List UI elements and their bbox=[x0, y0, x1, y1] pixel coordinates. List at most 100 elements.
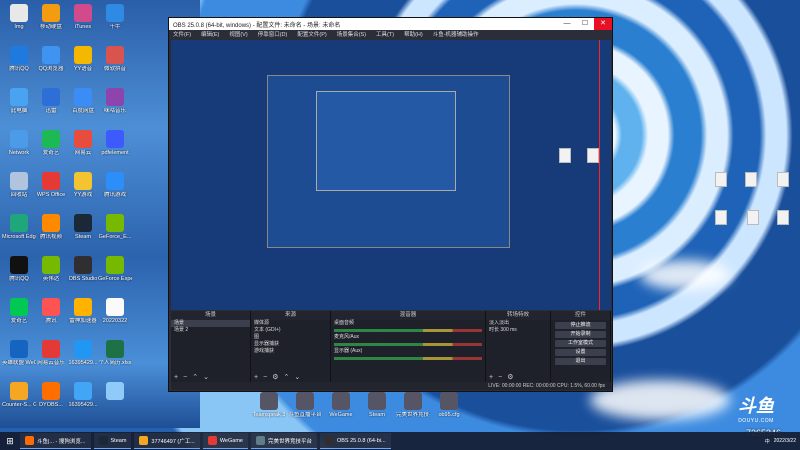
menu-help[interactable]: 帮助(H) bbox=[404, 30, 423, 40]
desktop-icon[interactable]: 微软拼音 bbox=[98, 46, 132, 72]
file-icon[interactable] bbox=[770, 172, 796, 189]
menu-tools[interactable]: 工具(T) bbox=[376, 30, 394, 40]
desktop-icon[interactable]: 完美世界竞技平台 bbox=[396, 392, 430, 418]
file-icon[interactable] bbox=[708, 210, 734, 227]
desktop-icon[interactable]: 网易云 bbox=[66, 130, 100, 156]
desktop-icon[interactable]: 斗鱼直播平台 bbox=[288, 392, 322, 418]
desktop-icon[interactable]: 16395429... bbox=[66, 340, 100, 366]
desktop-icon[interactable]: GeForce_E... bbox=[98, 214, 132, 240]
gear-icon[interactable]: ⚙ bbox=[507, 374, 513, 382]
desktop-icon[interactable]: 移动硬盘 bbox=[34, 4, 68, 30]
desktop-icon[interactable]: 腾讯QQ bbox=[2, 256, 36, 282]
taskbar-app-button[interactable]: 37746497 (广工... bbox=[134, 433, 200, 449]
desktop-icon[interactable]: 迅雷 bbox=[34, 88, 68, 114]
desktop-icon[interactable]: 腾讯QQ bbox=[2, 46, 36, 72]
desktop-icon[interactable]: 咪咕音乐 bbox=[98, 88, 132, 114]
ime-indicator[interactable]: 中 bbox=[765, 438, 770, 445]
desktop-icon[interactable]: 回收站 bbox=[2, 172, 36, 198]
file-icon[interactable] bbox=[708, 172, 734, 189]
obs-title-bar[interactable]: OBS 25.0.8 (64-bit, windows) - 配置文件: 未命名… bbox=[169, 18, 612, 30]
source-item[interactable]: 图 bbox=[251, 334, 330, 341]
desktop-icon[interactable]: 个人简历.xlsx bbox=[98, 340, 132, 366]
menu-file[interactable]: 文件(F) bbox=[173, 30, 191, 40]
menu-dock[interactable]: 停靠窗口(D) bbox=[258, 30, 288, 40]
transition-select[interactable]: 淡入淡出 bbox=[486, 320, 550, 327]
source-item[interactable]: 游戏捕获 bbox=[251, 348, 330, 355]
desktop-icon[interactable]: Img bbox=[2, 4, 36, 30]
desktop-icon[interactable]: DYOBS... bbox=[34, 382, 68, 408]
taskbar-app-button[interactable]: OBS 25.0.8 (64-bi... bbox=[319, 433, 391, 449]
add-icon[interactable]: + bbox=[174, 374, 178, 382]
remove-icon[interactable]: − bbox=[183, 374, 187, 382]
taskbar-app-button[interactable]: 斗鱼|... - 搜狗浏览... bbox=[20, 433, 91, 449]
up-icon[interactable]: ⌃ bbox=[283, 374, 289, 382]
settings-button[interactable]: 设置 bbox=[555, 349, 606, 356]
add-icon[interactable]: + bbox=[489, 374, 493, 382]
clock[interactable]: 2022/3/22 bbox=[774, 438, 796, 444]
menu-view[interactable]: 视图(V) bbox=[229, 30, 247, 40]
desktop-icon[interactable]: QQ浏览器 bbox=[34, 46, 68, 72]
add-icon[interactable]: + bbox=[254, 374, 258, 382]
up-icon[interactable]: ⌃ bbox=[192, 374, 198, 382]
desktop-icon[interactable]: 20220322 bbox=[98, 298, 132, 324]
desktop-icon[interactable]: 英伟达 bbox=[34, 256, 68, 282]
file-icon[interactable] bbox=[738, 172, 764, 189]
obs-window[interactable]: OBS 25.0.8 (64-bit, windows) - 配置文件: 未命名… bbox=[168, 17, 613, 392]
taskbar-app-button[interactable]: Steam bbox=[93, 433, 132, 449]
desktop-icon[interactable]: Steam bbox=[66, 214, 100, 240]
desktop-icon[interactable]: WeGame bbox=[324, 392, 358, 418]
desktop-icon[interactable]: 爱奇艺 bbox=[34, 130, 68, 156]
desktop-icon[interactable]: 腾讯视频 bbox=[34, 214, 68, 240]
gear-icon[interactable]: ⚙ bbox=[272, 374, 278, 382]
desktop-icon[interactable]: iTunes bbox=[66, 4, 100, 30]
down-icon[interactable]: ⌄ bbox=[294, 374, 300, 382]
desktop-icon[interactable]: ob95.cfg bbox=[432, 392, 466, 418]
desktop-icon[interactable]: GeForce Experience bbox=[98, 256, 132, 282]
minimize-button[interactable]: — bbox=[558, 18, 576, 30]
desktop-icon[interactable]: 千牛 bbox=[98, 4, 132, 30]
windows-icon[interactable]: ⊞ bbox=[0, 432, 20, 450]
desktop-icon[interactable]: 爱奇艺 bbox=[2, 298, 36, 324]
desktop-icon[interactable]: 英雄联盟 WeGame bbox=[2, 340, 36, 366]
desktop-icon[interactable]: 腾讯游戏 bbox=[98, 172, 132, 198]
transition-duration[interactable]: 时长 300 ms bbox=[486, 327, 550, 334]
file-icon[interactable] bbox=[552, 148, 578, 165]
desktop-icon[interactable]: 雷神加速器 bbox=[66, 298, 100, 324]
taskbar-app-button[interactable]: 完美世界竞技平台 bbox=[250, 433, 317, 449]
menu-douyu[interactable]: 斗鱼-机器辅助操作 bbox=[433, 30, 479, 40]
remove-icon[interactable]: − bbox=[498, 374, 502, 382]
desktop-icon[interactable]: Microsoft Edge bbox=[2, 214, 36, 240]
remove-icon[interactable]: − bbox=[263, 374, 267, 382]
stop-streaming-button[interactable]: 停止推流 bbox=[555, 322, 606, 329]
desktop-icon[interactable] bbox=[98, 382, 132, 402]
desktop-icon[interactable]: 百度网盘 bbox=[66, 88, 100, 114]
close-button[interactable]: ✕ bbox=[594, 18, 612, 30]
scene-item[interactable]: 场景 bbox=[171, 320, 250, 327]
desktop-icon[interactable]: Steam bbox=[360, 392, 394, 418]
desktop-icon[interactable]: 腾讯 bbox=[34, 298, 68, 324]
maximize-button[interactable]: ☐ bbox=[576, 18, 594, 30]
source-item[interactable]: 显示器捕获 bbox=[251, 341, 330, 348]
desktop-icon[interactable]: WPS Office bbox=[34, 172, 68, 198]
desktop-icon[interactable]: pdfelement bbox=[98, 130, 132, 156]
desktop-icon[interactable]: Counter-S... Global Off... bbox=[2, 382, 36, 408]
desktop-icon[interactable]: YY游戏 bbox=[66, 172, 100, 198]
menu-edit[interactable]: 编辑(E) bbox=[201, 30, 219, 40]
source-item[interactable]: 文本 (GDI+) bbox=[251, 327, 330, 334]
desktop-icon[interactable]: 16395429... bbox=[66, 382, 100, 408]
exit-button[interactable]: 退出 bbox=[555, 358, 606, 365]
desktop-icon[interactable]: Teamspeak 3 bbox=[252, 392, 286, 418]
desktop-icon[interactable]: Network bbox=[2, 130, 36, 156]
start-recording-button[interactable]: 开始录制 bbox=[555, 331, 606, 338]
file-icon[interactable] bbox=[740, 210, 766, 227]
studio-mode-button[interactable]: 工作室模式 bbox=[555, 340, 606, 347]
taskbar-app-button[interactable]: WeGame bbox=[202, 433, 248, 449]
menu-scene-collection[interactable]: 场景集合(S) bbox=[337, 30, 366, 40]
menu-profile[interactable]: 配置文件(P) bbox=[297, 30, 326, 40]
desktop-icon[interactable]: OBS Studio bbox=[66, 256, 100, 282]
file-icon[interactable] bbox=[580, 148, 606, 165]
desktop-icon[interactable]: YY语音 bbox=[66, 46, 100, 72]
down-icon[interactable]: ⌄ bbox=[203, 374, 209, 382]
obs-preview-canvas[interactable] bbox=[171, 40, 611, 310]
source-item[interactable]: 媒体源 bbox=[251, 320, 330, 327]
